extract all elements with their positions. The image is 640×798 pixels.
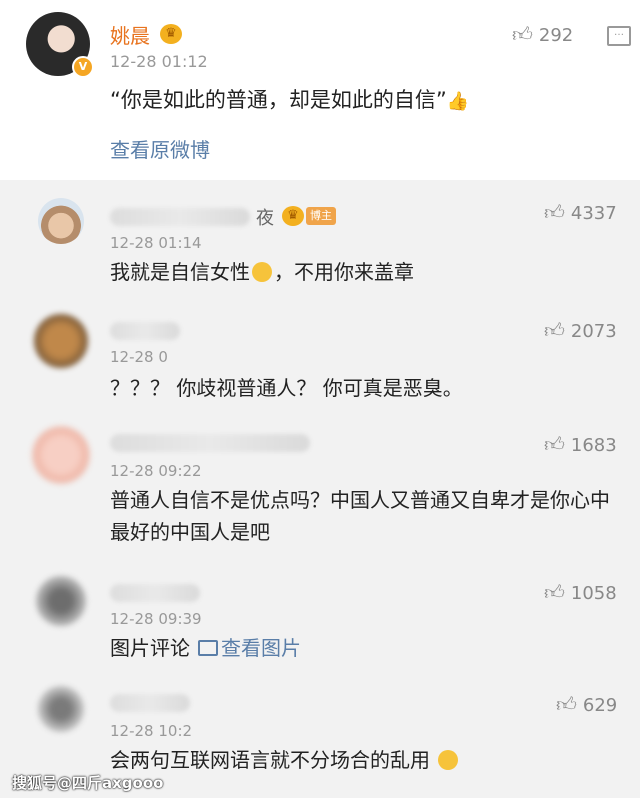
comment-icon[interactable]: … bbox=[607, 26, 631, 46]
view-original-link[interactable]: 查看原微博 bbox=[110, 134, 210, 163]
like-button[interactable]: 👍︎ 292 bbox=[512, 22, 573, 47]
like-button[interactable]: 👍︎ 629 bbox=[556, 692, 617, 717]
like-button[interactable]: 👍︎ 1058 bbox=[544, 580, 617, 605]
blurred-username bbox=[110, 694, 190, 712]
grin-emoji-icon bbox=[252, 262, 272, 282]
comment-time: 12-28 0 bbox=[110, 348, 168, 366]
view-image-link[interactable]: 查看图片 bbox=[190, 636, 301, 660]
comment-text: 普通人自信不是优点吗？中国人又普通又自卑才是你心中最好的中国人是吧 bbox=[110, 488, 610, 544]
comment-time: 12-28 09:22 bbox=[110, 462, 202, 480]
avatar[interactable] bbox=[32, 426, 90, 484]
like-count: 629 bbox=[582, 695, 618, 716]
verified-badge-icon: V bbox=[72, 56, 94, 78]
comment-time: 12-28 09:39 bbox=[110, 610, 202, 628]
thumbs-up-emoji: 👍 bbox=[446, 91, 470, 112]
like-count: 1683 bbox=[570, 435, 617, 456]
like-button[interactable]: 👍︎ 2073 bbox=[544, 318, 617, 343]
original-post: V 姚晨 ♛ 12-28 01:12 “你是如此的普通，却是如此的自信”👍 查看… bbox=[0, 0, 640, 180]
crown-icon: ♛ bbox=[282, 206, 304, 226]
like-count: 292 bbox=[538, 25, 574, 46]
crown-icon: ♛ bbox=[160, 24, 182, 44]
thinking-emoji-icon bbox=[438, 750, 459, 770]
comment-text: ？？？ 你歧视普通人？ 你可真是恶臭。 bbox=[110, 376, 463, 400]
blurred-username bbox=[110, 208, 250, 226]
avatar[interactable] bbox=[38, 198, 84, 244]
thumbs-up-icon: 👍︎ bbox=[512, 22, 533, 46]
blurred-username bbox=[110, 584, 200, 602]
like-count: 4337 bbox=[570, 203, 617, 224]
avatar[interactable] bbox=[34, 314, 88, 368]
image-icon bbox=[198, 640, 218, 656]
like-button[interactable]: 👍︎ 4337 bbox=[544, 200, 617, 225]
like-count: 2073 bbox=[570, 321, 617, 342]
watermark: 搜狐号@四斤axgooo bbox=[12, 774, 164, 792]
post-time: 12-28 01:12 bbox=[110, 52, 208, 71]
post-text: “你是如此的普通，却是如此的自信”👍 bbox=[110, 88, 470, 112]
thumbs-up-icon: 👍︎ bbox=[544, 200, 565, 224]
thumbs-up-icon: 👍︎ bbox=[544, 432, 565, 456]
like-count: 1058 bbox=[570, 583, 617, 604]
avatar[interactable] bbox=[36, 576, 86, 626]
author-badge: 博主 bbox=[306, 207, 336, 225]
comment-time: 12-28 01:14 bbox=[110, 234, 202, 252]
like-button[interactable]: 👍︎ 1683 bbox=[544, 432, 617, 457]
comment-time: 12-28 10:2 bbox=[110, 722, 193, 740]
comment-text: 我就是自信女性 ，不用你来盖章 bbox=[110, 260, 414, 284]
blurred-username bbox=[110, 434, 310, 452]
avatar[interactable] bbox=[38, 686, 84, 732]
blurred-username bbox=[110, 322, 180, 340]
thumbs-up-icon: 👍︎ bbox=[556, 692, 577, 716]
post-author[interactable]: 姚晨 bbox=[110, 20, 150, 49]
thumbs-up-icon: 👍︎ bbox=[544, 580, 565, 604]
comment-text: 图片评论 查看图片 bbox=[110, 636, 301, 660]
thumbs-up-icon: 👍︎ bbox=[544, 318, 565, 342]
username-suffix[interactable]: 夜 bbox=[256, 204, 274, 230]
